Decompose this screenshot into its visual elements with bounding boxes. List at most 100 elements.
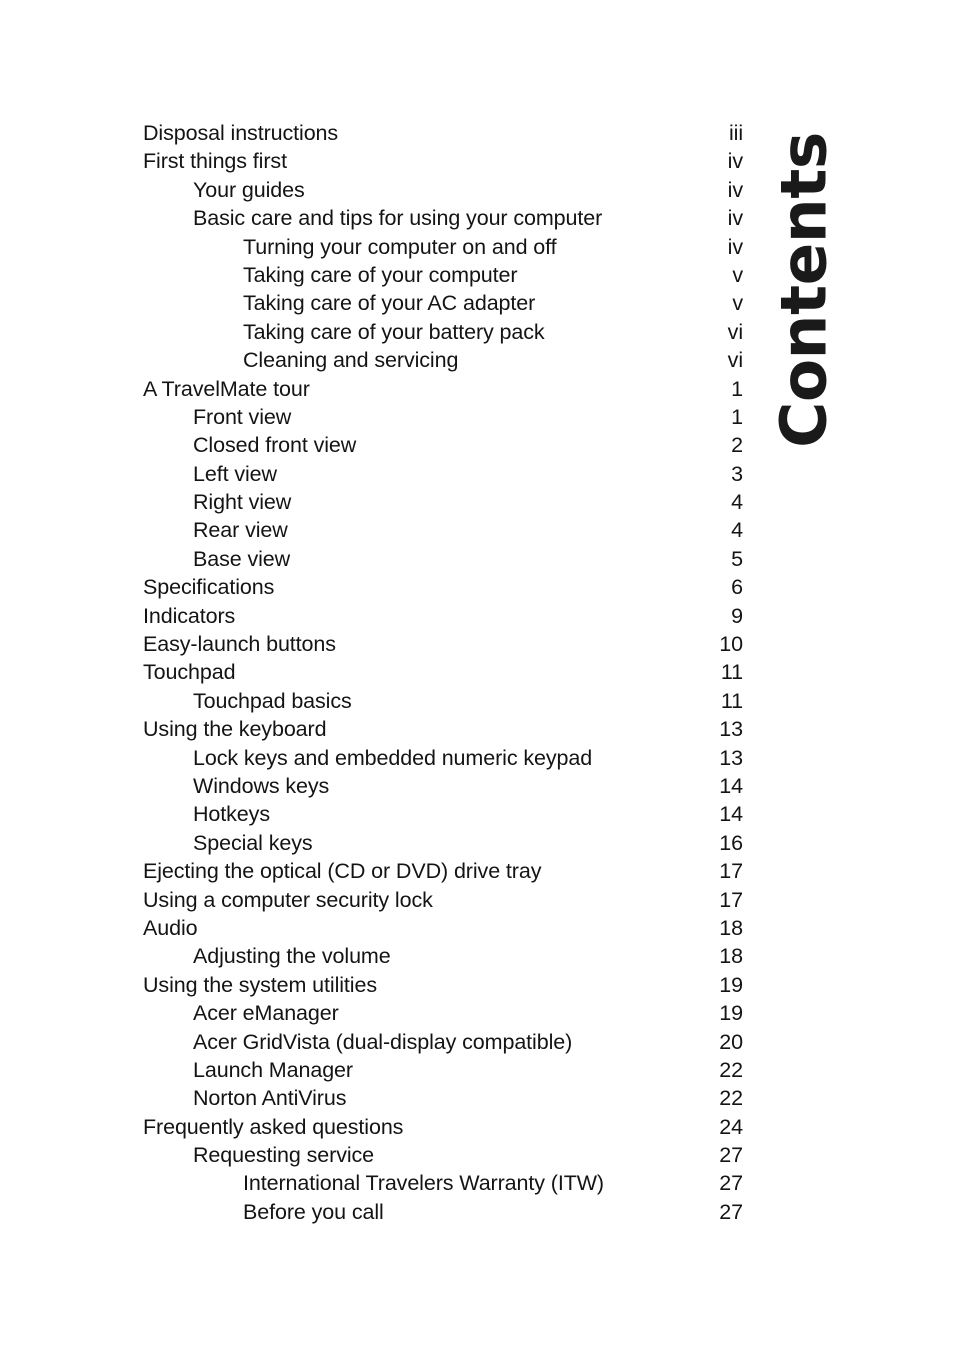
toc-entry-page-number: 6	[731, 575, 743, 600]
toc-entry-page-number: 13	[719, 745, 743, 770]
toc-entry-title: Taking care of your battery pack	[243, 319, 545, 344]
toc-entry-page-number: vi	[727, 319, 743, 344]
toc-entry-page-number: 14	[719, 802, 743, 827]
toc-entry-title: First things first	[143, 149, 287, 174]
toc-entry[interactable]: Touchpad 11	[143, 658, 743, 686]
document-page: Contents Disposal instructions iii First t…	[0, 0, 954, 1369]
toc-entry[interactable]: Rear view 4	[143, 516, 743, 544]
toc-entry-title: Rear view	[193, 518, 288, 543]
toc-entry[interactable]: Basic care and tips for using your compu…	[143, 204, 743, 232]
toc-entry-page-number: 10	[719, 632, 743, 657]
toc-entry-page-number: 17	[719, 859, 743, 884]
toc-entry[interactable]: Audio 18	[143, 914, 743, 942]
toc-entry[interactable]: Easy-launch buttons 10	[143, 630, 743, 658]
toc-entry[interactable]: Hotkeys 14	[143, 800, 743, 828]
toc-entry-title: Hotkeys	[193, 802, 270, 827]
toc-entry-title: International Travelers Warranty (ITW)	[243, 1171, 604, 1196]
toc-entry-page-number: v	[732, 291, 743, 316]
toc-entry[interactable]: Acer GridVista (dual-display compatible)…	[143, 1028, 743, 1056]
toc-entry[interactable]: Norton AntiVirus 22	[143, 1084, 743, 1112]
toc-entry-title: Taking care of your AC adapter	[243, 291, 536, 316]
toc-entry-title: Ejecting the optical (CD or DVD) drive t…	[143, 859, 542, 884]
toc-entry[interactable]: Base view 5	[143, 545, 743, 573]
toc-entry-page-number: 2	[731, 433, 743, 458]
toc-entry-page-number: 11	[720, 688, 743, 713]
toc-entry[interactable]: Frequently asked questions 24	[143, 1113, 743, 1141]
toc-entry[interactable]: Before you call 27	[143, 1198, 743, 1226]
toc-entry-page-number: 18	[719, 944, 743, 969]
toc-entry-page-number: 27	[719, 1171, 743, 1196]
toc-entry[interactable]: Closed front view 2	[143, 431, 743, 459]
toc-entry[interactable]: Taking care of your battery pack vi	[143, 318, 743, 346]
toc-entry[interactable]: International Travelers Warranty (ITW) 27	[143, 1169, 743, 1197]
toc-entry[interactable]: Acer eManager 19	[143, 999, 743, 1027]
toc-entry[interactable]: A TravelMate tour 1	[143, 375, 743, 403]
toc-entry[interactable]: Cleaning and servicing vi	[143, 346, 743, 374]
toc-entry[interactable]: Adjusting the volume 18	[143, 942, 743, 970]
toc-entry-title: Touchpad basics	[193, 688, 352, 713]
toc-entry-title: Cleaning and servicing	[243, 348, 459, 373]
toc-entry-title: Touchpad	[143, 660, 236, 685]
toc-entry-title: Before you call	[243, 1199, 384, 1224]
toc-entry[interactable]: Touchpad basics 11	[143, 687, 743, 715]
toc-entry[interactable]: Front view 1	[143, 403, 743, 431]
toc-entry-page-number: 5	[731, 546, 743, 571]
toc-entry-page-number: 19	[719, 972, 743, 997]
toc-entry[interactable]: Specifications 6	[143, 573, 743, 601]
table-of-contents: Disposal instructions iii First things fir…	[143, 119, 743, 1226]
toc-entry[interactable]: Lock keys and embedded numeric keypad 13	[143, 744, 743, 772]
toc-entry-page-number: 14	[719, 773, 743, 798]
toc-entry-title: Special keys	[193, 830, 313, 855]
toc-entry-page-number: iv	[727, 149, 743, 174]
toc-entry[interactable]: Taking care of your AC adapter v	[143, 289, 743, 317]
toc-entry-page-number: 19	[719, 1001, 743, 1026]
toc-entry[interactable]: Indicators 9	[143, 602, 743, 630]
toc-entry-page-number: 4	[731, 518, 743, 543]
toc-entry-page-number: 4	[731, 490, 743, 515]
toc-entry-title: Specifications	[143, 575, 275, 600]
toc-entry-page-number: 13	[719, 717, 743, 742]
toc-entry-title: Front view	[193, 404, 292, 429]
toc-entry[interactable]: First things first iv	[143, 147, 743, 175]
toc-entry[interactable]: Right view 4	[143, 488, 743, 516]
toc-entry[interactable]: Using the keyboard 13	[143, 715, 743, 743]
toc-entry-page-number: 24	[719, 1114, 743, 1139]
toc-entry-page-number: iv	[727, 177, 743, 202]
toc-entry[interactable]: Disposal instructions iii	[143, 119, 743, 147]
toc-entry-title: Using a computer security lock	[143, 887, 433, 912]
toc-entry[interactable]: Requesting service 27	[143, 1141, 743, 1169]
toc-entry-page-number: v	[732, 262, 743, 287]
toc-entry-title: Base view	[193, 546, 291, 571]
toc-entry[interactable]: Launch Manager 22	[143, 1056, 743, 1084]
toc-entry-page-number: 22	[719, 1086, 743, 1111]
toc-entry-title: Closed front view	[193, 433, 357, 458]
toc-entry-title: Requesting service	[193, 1143, 375, 1168]
toc-entry[interactable]: Ejecting the optical (CD or DVD) drive t…	[143, 857, 743, 885]
toc-entry-page-number: vi	[727, 348, 743, 373]
toc-entry[interactable]: Windows keys 14	[143, 772, 743, 800]
page-title: Contents	[767, 132, 841, 448]
toc-entry-page-number: 11	[720, 660, 743, 685]
toc-entry-page-number: iv	[727, 234, 743, 259]
contents-heading-container: Contents	[744, 100, 864, 480]
toc-entry-title: Acer GridVista (dual-display compatible)	[193, 1029, 573, 1054]
toc-entry[interactable]: Special keys 16	[143, 829, 743, 857]
toc-entry-page-number: 16	[719, 830, 743, 855]
toc-entry-title: Left view	[193, 461, 277, 486]
toc-entry-title: Frequently asked questions	[143, 1114, 404, 1139]
toc-entry[interactable]: Taking care of your computer v	[143, 261, 743, 289]
toc-entry-title: Disposal instructions	[143, 121, 339, 145]
toc-entry[interactable]: Left view 3	[143, 460, 743, 488]
toc-entry-title: Your guides	[193, 177, 305, 202]
toc-entry[interactable]: Using the system utilities 19	[143, 971, 743, 999]
toc-entry-title: Right view	[193, 490, 292, 515]
toc-entry-title: Windows keys	[193, 773, 330, 798]
toc-entry-title: Launch Manager	[193, 1057, 353, 1082]
toc-entry-page-number: 1	[731, 404, 743, 429]
toc-entry-title: Acer eManager	[193, 1001, 339, 1026]
toc-entry[interactable]: Turning your computer on and off iv	[143, 233, 743, 261]
toc-entry-title: Turning your computer on and off	[243, 234, 557, 259]
toc-entry[interactable]: Using a computer security lock 17	[143, 886, 743, 914]
toc-entry[interactable]: Your guides iv	[143, 176, 743, 204]
toc-entry-title: Taking care of your computer	[243, 262, 518, 287]
